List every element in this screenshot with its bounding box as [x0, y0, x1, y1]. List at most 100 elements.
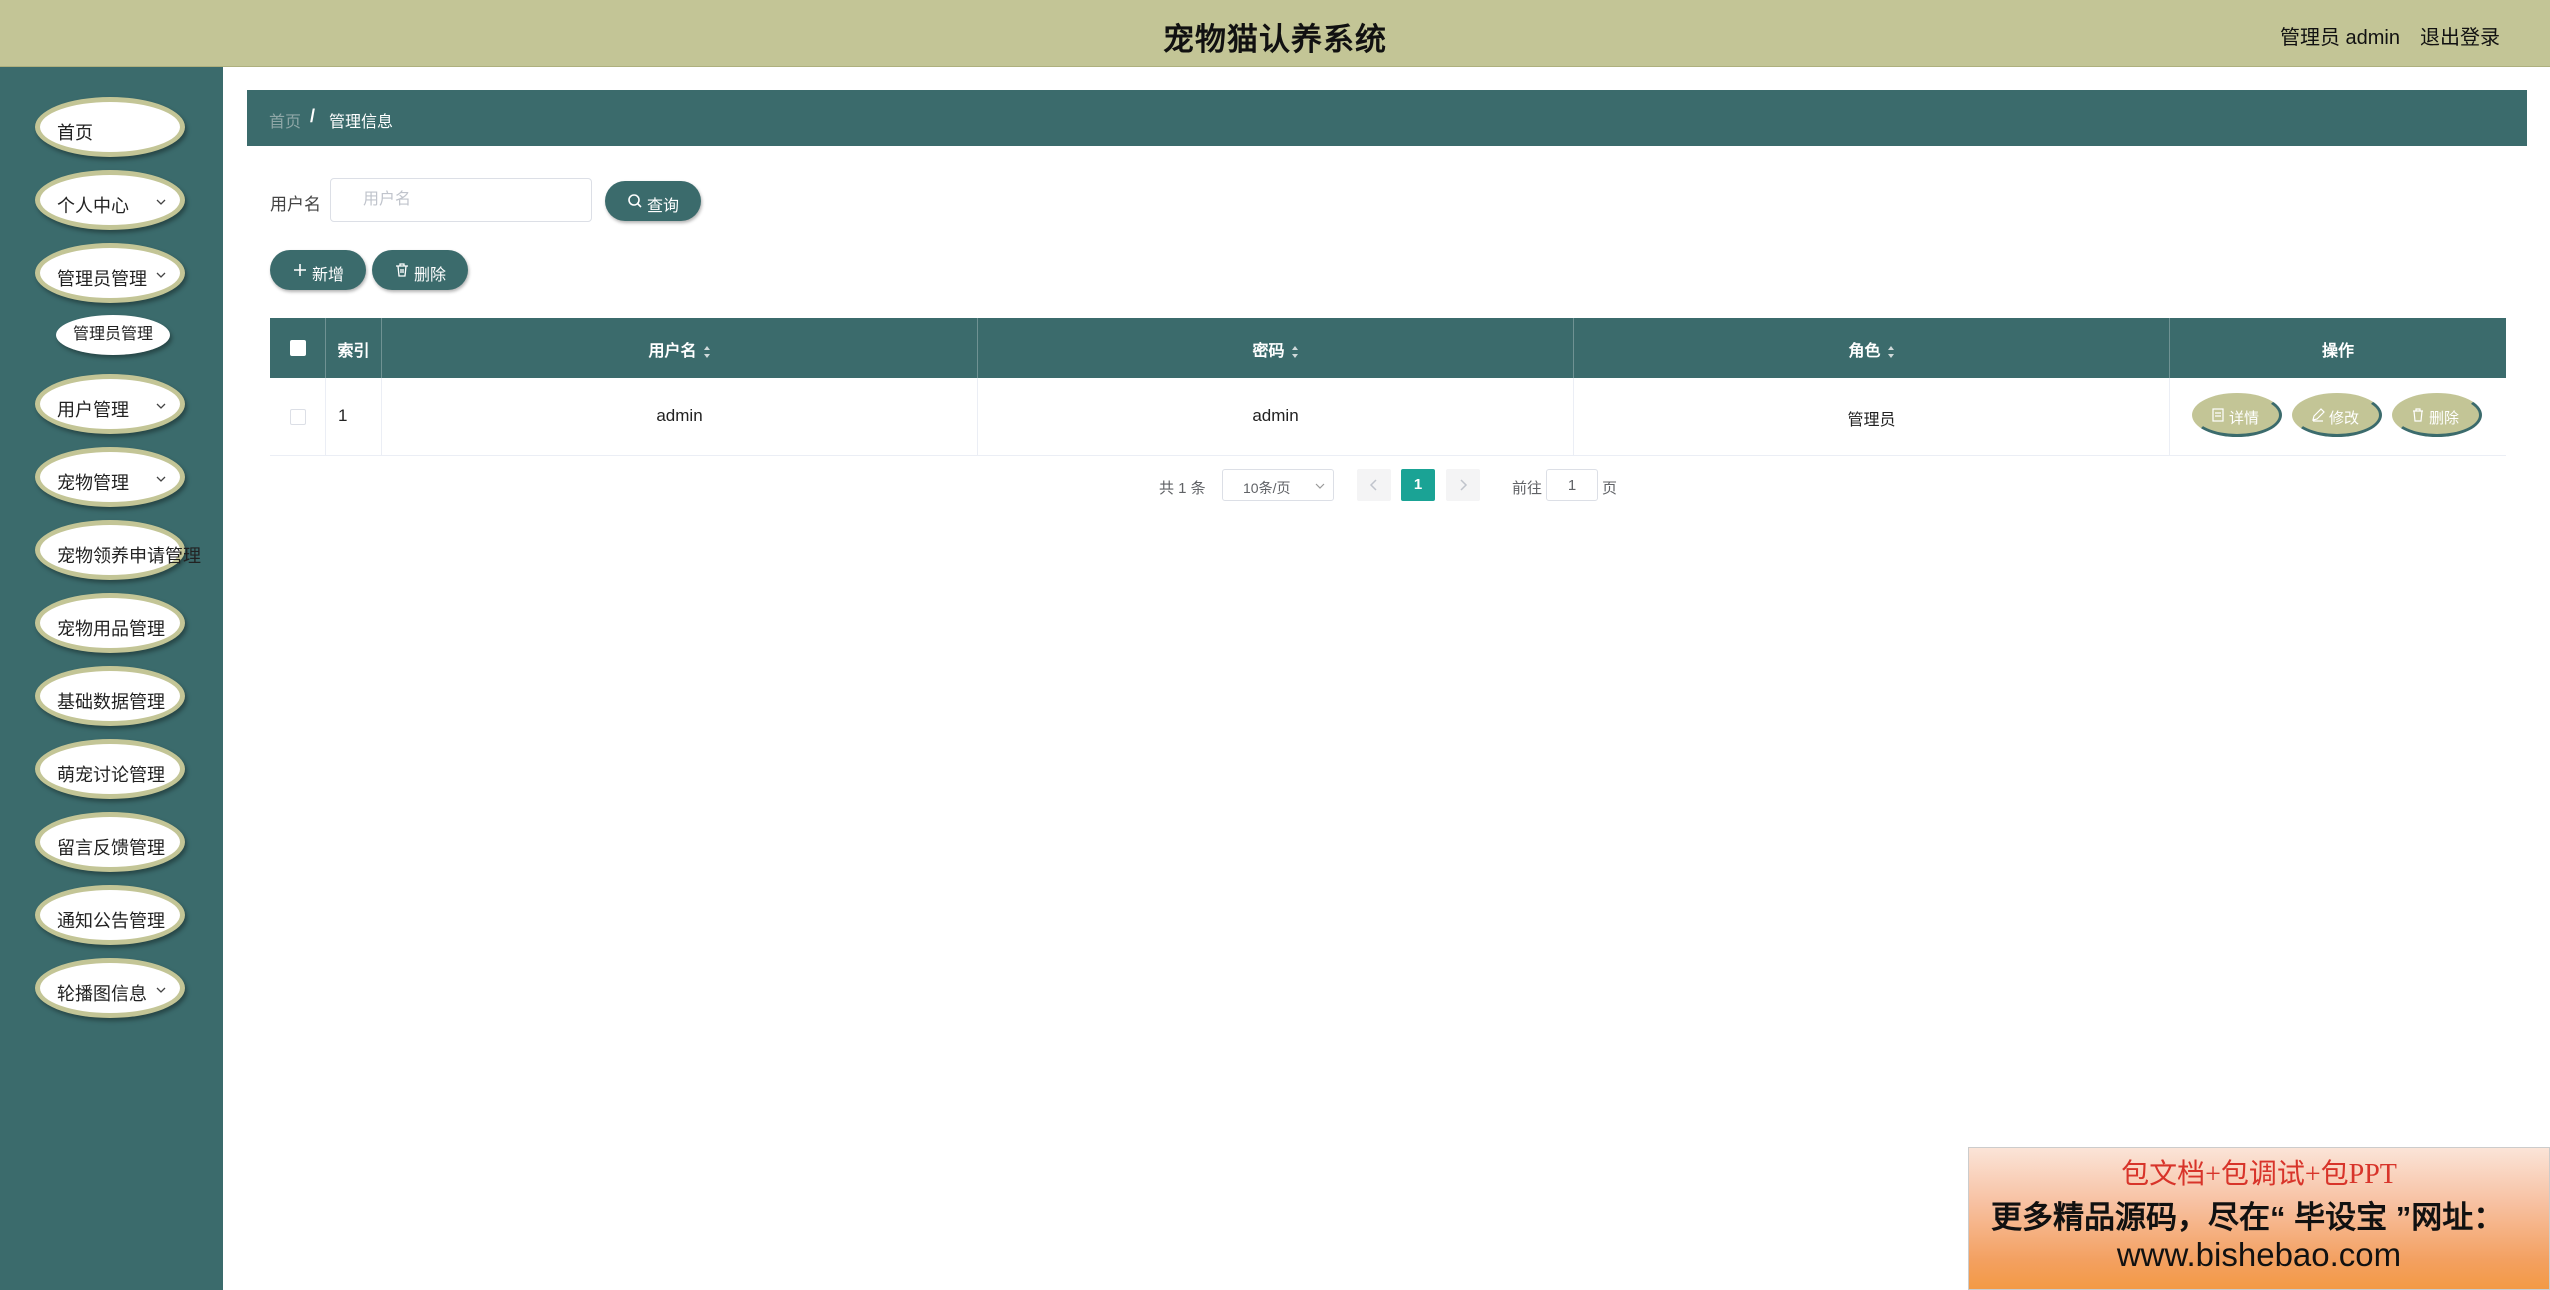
sidebar-item-label: 通知公告管理 [57, 911, 165, 931]
username-search-label: 用户名 [270, 195, 321, 214]
sidebar-item-label: 轮播图信息 [57, 984, 147, 1004]
chevron-down-icon [156, 272, 166, 278]
sidebar-item-pet-management[interactable]: 宠物管理 [35, 447, 185, 507]
current-user: 管理员 admin [2279, 27, 2400, 49]
goto-label: 前往 [1512, 480, 1543, 497]
promo-line-2: 更多精品源码，尽在“ 毕设宝 ”网址： [1991, 1200, 2505, 1235]
page-number-button[interactable]: 1 [1401, 469, 1435, 501]
password-value: admin [1252, 406, 1299, 425]
sort-icon[interactable] [1887, 345, 1895, 359]
trash-icon [2413, 408, 2423, 422]
column-header-label: 角色 [1848, 343, 1881, 360]
sidebar-item-label: 首页 [57, 123, 93, 143]
edit-icon [2312, 408, 2325, 422]
chevron-down-icon [1315, 483, 1325, 489]
search-button[interactable]: 查询 [605, 181, 701, 221]
role-value: 管理员 [1847, 412, 1896, 429]
promo-banner: 包文档+包调试+包PPT 更多精品源码，尽在“ 毕设宝 ”网址： www.bis… [1968, 1147, 2550, 1290]
sort-icon[interactable] [1291, 345, 1299, 359]
table-header: 索引 用户名 密码 角色 操作 [270, 318, 2506, 378]
search-icon [628, 194, 642, 208]
sidebar-item-personal-center[interactable]: 个人中心 [35, 170, 185, 230]
sidebar-item-label: 管理员管理 [57, 269, 147, 289]
sort-icon[interactable] [703, 345, 711, 359]
column-header-operations: 操作 [2170, 318, 2506, 378]
sidebar-item-home[interactable]: 首页 [35, 97, 185, 157]
sidebar-item-feedback-management[interactable]: 留言反馈管理 [35, 812, 185, 872]
sidebar-item-supplies-management[interactable]: 宠物用品管理 [35, 593, 185, 653]
sidebar-item-label: 个人中心 [57, 196, 129, 216]
page-size-value: 10条/页 [1243, 480, 1291, 496]
sidebar: 首页 个人中心 管理员管理 管理员管理 用户管理 宠物管理 宠物领养申请管理 宠… [0, 67, 223, 1290]
add-button[interactable]: 新增 [270, 250, 366, 290]
delete-button-label: 删除 [2429, 410, 2460, 427]
delete-button[interactable]: 删除 [2392, 393, 2482, 437]
pagination-total: 共 1 条 [1159, 480, 1206, 497]
chevron-down-icon [156, 403, 166, 409]
sidebar-item-label: 宠物领养申请管理 [57, 546, 201, 566]
logout-link[interactable]: 退出登录 [2420, 21, 2500, 50]
sidebar-item-discussion-management[interactable]: 萌宠讨论管理 [35, 739, 185, 799]
search-button-label: 查询 [647, 198, 680, 215]
page-suffix-label: 页 [1602, 480, 1618, 497]
top-header: 宠物猫认养系统 管理员 admin 退出登录 [0, 0, 2550, 67]
sidebar-item-label: 留言反馈管理 [57, 838, 165, 858]
row-checkbox[interactable] [290, 409, 306, 425]
sidebar-item-carousel-info[interactable]: 轮播图信息 [35, 958, 185, 1018]
promo-line-1: 包文档+包调试+包PPT [2121, 1159, 2397, 1190]
breadcrumb-current: 管理信息 [329, 114, 394, 131]
table-row: 1 admin admin 管理员 详情 修改 删除 [270, 378, 2506, 456]
column-header-label: 密码 [1252, 343, 1285, 360]
batch-delete-button[interactable]: 删除 [372, 250, 468, 290]
detail-button-label: 详情 [2229, 410, 2260, 427]
column-header-label: 用户名 [648, 343, 697, 360]
prev-page-button[interactable] [1357, 469, 1391, 501]
breadcrumb-separator: / [310, 106, 316, 126]
add-button-label: 新增 [312, 267, 345, 284]
goto-page-input[interactable] [1546, 469, 1598, 501]
chevron-right-icon [1460, 479, 1468, 491]
sidebar-item-base-data-management[interactable]: 基础数据管理 [35, 666, 185, 726]
index-cell: 1 [326, 378, 382, 456]
detail-button[interactable]: 详情 [2192, 393, 2282, 437]
column-header-role[interactable]: 角色 [1574, 318, 2170, 378]
promo-line-3: www.bishebao.com [2116, 1236, 2402, 1273]
column-header-username[interactable]: 用户名 [382, 318, 978, 378]
trash-icon [396, 263, 408, 277]
app-title: 宠物猫认养系统 [1163, 22, 1387, 57]
column-header-index: 索引 [326, 318, 382, 378]
document-icon [2212, 408, 2224, 422]
next-page-button[interactable] [1446, 469, 1480, 501]
sidebar-item-notice-management[interactable]: 通知公告管理 [35, 885, 185, 945]
submenu-item-admin-management[interactable]: 管理员管理 [56, 315, 170, 355]
sidebar-item-label: 萌宠讨论管理 [57, 765, 165, 785]
plus-icon [294, 264, 306, 276]
edit-button[interactable]: 修改 [2292, 393, 2382, 437]
sidebar-item-label: 宠物管理 [57, 473, 129, 493]
password-cell: admin [978, 378, 1574, 456]
chevron-down-icon [156, 476, 166, 482]
username-search-input[interactable] [330, 178, 592, 222]
username-cell: admin [382, 378, 978, 456]
chevron-down-icon [156, 199, 166, 205]
sidebar-item-label: 宠物用品管理 [57, 619, 165, 639]
edit-button-label: 修改 [2329, 410, 2360, 427]
column-header-label: 操作 [2321, 343, 2354, 360]
select-all-checkbox[interactable] [290, 340, 306, 356]
select-all-cell [270, 318, 326, 378]
operations-cell: 详情 修改 删除 [2170, 378, 2506, 456]
row-select-cell [270, 378, 326, 456]
sidebar-item-admin-management[interactable]: 管理员管理 [35, 243, 185, 303]
breadcrumb-home-link[interactable]: 首页 [269, 108, 301, 132]
batch-delete-button-label: 删除 [414, 267, 447, 284]
chevron-down-icon [156, 987, 166, 993]
column-header-password[interactable]: 密码 [978, 318, 1574, 378]
page-size-select[interactable]: 10条/页 [1222, 469, 1334, 501]
sidebar-item-adoption-management[interactable]: 宠物领养申请管理 [35, 520, 201, 580]
breadcrumb: 首页 / 管理信息 [247, 90, 2527, 146]
sidebar-item-user-management[interactable]: 用户管理 [35, 374, 185, 434]
sidebar-item-label: 基础数据管理 [57, 692, 165, 712]
sidebar-item-label: 用户管理 [57, 400, 129, 420]
column-header-label: 索引 [337, 343, 370, 360]
chevron-left-icon [1369, 479, 1377, 491]
